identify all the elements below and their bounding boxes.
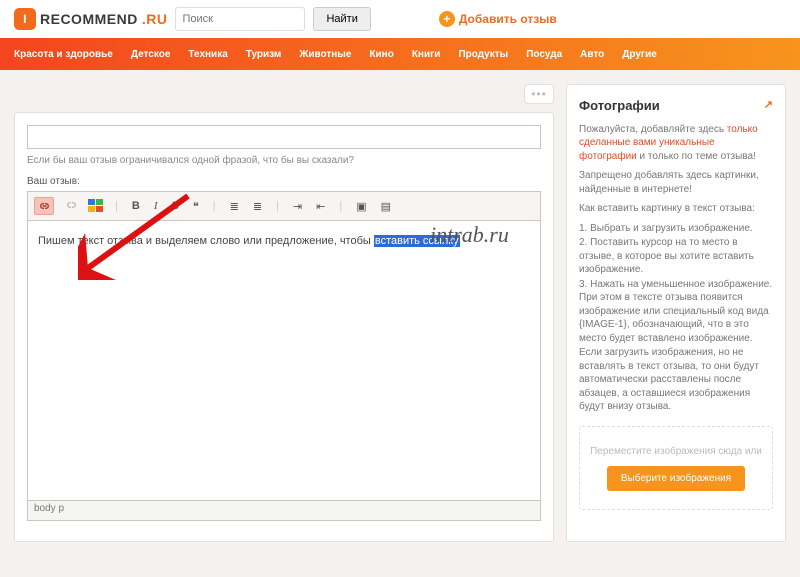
add-review-link[interactable]: + Добавить отзыв [439,11,557,27]
outdent-button[interactable]: ⇤ [313,198,328,215]
nav-item[interactable]: Техника [188,49,227,60]
bullet-list-button[interactable]: ≣ [227,198,242,215]
sidebar-howto-title: Как вставить картинку в текст отзыва: [579,202,773,216]
quote-button[interactable]: ❝ [190,198,202,215]
more-menu-button[interactable]: ••• [524,84,554,104]
nav-item[interactable]: Животные [299,49,351,60]
your-review-label: Ваш отзыв: [27,176,541,187]
nav-item[interactable]: Красота и здоровье [14,49,113,60]
nav-item[interactable]: Книги [412,49,441,60]
sidebar-title: Фотографии ↗ [579,97,773,115]
image-dropzone[interactable]: Переместите изображения сюда или Выберит… [579,426,773,511]
unlink-icon[interactable] [62,198,80,215]
nav-item[interactable]: Кино [369,49,393,60]
toolbar-separator: | [336,198,345,214]
one-phrase-hint: Если бы ваш отзыв ограничивался одной фр… [27,155,541,166]
strike-button[interactable]: S [168,198,181,214]
bold-button[interactable]: B [129,198,143,214]
nav-item[interactable]: Посуда [526,49,562,60]
search-button[interactable]: Найти [313,7,370,31]
photos-sidebar: Фотографии ↗ Пожалуйста, добавляйте здес… [566,84,786,542]
windows-icon[interactable] [88,199,104,213]
external-link-icon[interactable]: ↗ [764,98,773,113]
logo-suffix: .RU [142,11,168,27]
toolbar-separator: | [273,198,282,214]
link-icon[interactable] [34,197,54,215]
nav-item[interactable]: Авто [580,49,604,60]
sidebar-note: Если загрузить изображения, но не вставл… [579,346,773,414]
number-list-button[interactable]: ≣ [250,198,265,215]
sidebar-warning: Запрещено добавлять здесь картинки, найд… [579,169,773,196]
nav-item[interactable]: Другие [622,49,657,60]
plus-icon: + [439,11,455,27]
toolbar-separator: | [112,198,121,214]
logo-badge-icon: I [14,8,36,30]
toolbar-separator: | [210,198,219,214]
editor-selection: вставить ссылку [374,235,460,247]
one-phrase-input[interactable] [27,125,541,149]
indent-button[interactable]: ⇥ [290,198,305,215]
editor-text: Пишем текст отзыва и выделяем слово или … [38,235,374,247]
image-button[interactable]: ▣ [353,198,369,215]
sidebar-step: 2. Поставить курсор на то место в отзыве… [579,236,773,277]
add-review-label: Добавить отзыв [459,12,557,26]
choose-images-button[interactable]: Выберите изображения [607,466,745,491]
sidebar-steps: 1. Выбрать и загрузить изображение. 2. П… [579,222,773,346]
italic-button[interactable]: I [151,198,161,214]
nav-item[interactable]: Детское [131,49,171,60]
editor-path: body p [27,501,541,521]
editor-toolbar: | B I S ❝ | ≣ ≣ | ⇥ ⇤ | ▣ ▤ [27,191,541,221]
review-editor-card: Если бы ваш отзыв ограничивался одной фр… [14,112,554,542]
category-nav: Красота и здоровье Детское Техника Туриз… [0,38,800,70]
dropzone-hint: Переместите изображения сюда или [588,445,764,459]
review-textarea[interactable]: Пишем текст отзыва и выделяем слово или … [27,221,541,501]
nav-item[interactable]: Продукты [458,49,508,60]
site-logo[interactable]: I RECOMMEND.RU [14,8,167,30]
sidebar-step: 3. Нажать на уменьшенное изображение. Пр… [579,278,773,346]
search-input[interactable] [175,7,305,31]
sidebar-intro: Пожалуйста, добавляйте здесь только сдел… [579,123,773,164]
source-button[interactable]: ▤ [378,198,394,215]
logo-text: RECOMMEND [40,11,138,27]
sidebar-step: 1. Выбрать и загрузить изображение. [579,222,773,236]
nav-item[interactable]: Туризм [246,49,282,60]
